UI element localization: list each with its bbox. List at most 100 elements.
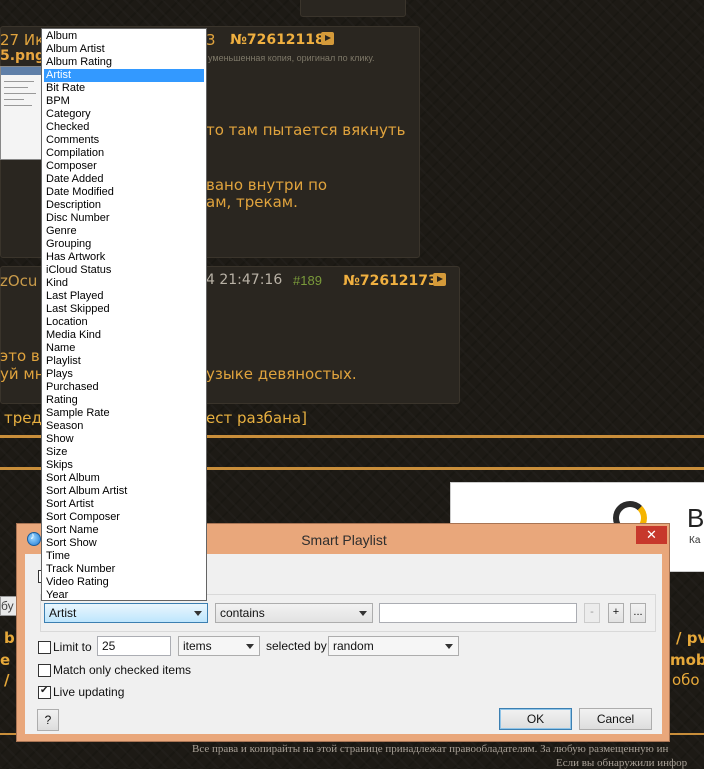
dropdown-option[interactable]: Sort Composer [44, 511, 204, 524]
help-button[interactable]: ? [37, 709, 59, 731]
post-2-number[interactable]: №72612173 [343, 273, 438, 289]
post-2-time: 4 21:47:16 [206, 272, 283, 288]
dropdown-option[interactable]: Kind [44, 277, 204, 290]
nav-mobi[interactable]: mobi [670, 651, 704, 669]
post-1-play-icon[interactable] [321, 32, 334, 45]
footer-copyright: Все права и копирайты на этой странице п… [192, 743, 669, 755]
ad-letter: B [687, 503, 704, 533]
rule-field-select[interactable]: Artist [44, 603, 208, 623]
dropdown-option[interactable]: Last Played [44, 290, 204, 303]
dropdown-option[interactable]: Has Artwork [44, 251, 204, 264]
dropdown-option[interactable]: Purchased [44, 381, 204, 394]
thread-link-left[interactable]: тред [4, 409, 42, 427]
chevron-down-icon [445, 644, 453, 649]
cancel-button[interactable]: Cancel [579, 708, 652, 730]
dropdown-option[interactable]: Album Artist [44, 43, 204, 56]
dropdown-option[interactable]: Category [44, 108, 204, 121]
limit-unit-select[interactable]: items [178, 636, 260, 656]
ad-sub: Ка [689, 535, 701, 546]
field-dropdown-list[interactable]: Album Album Artist Album Rating Artist Bit R… [41, 28, 207, 601]
chevron-down-icon [194, 611, 202, 616]
dropdown-option[interactable]: Comments [44, 134, 204, 147]
limit-value-input[interactable]: 25 [97, 636, 171, 656]
post-2-name: zOcu [0, 272, 38, 290]
dropdown-option[interactable]: Compilation [44, 147, 204, 160]
dropdown-option[interactable]: Last Skipped [44, 303, 204, 316]
post-2-reply-count[interactable]: #189 [293, 273, 322, 288]
remove-rule-button[interactable]: - [584, 603, 600, 623]
post-1-line-2: вано внутри по [206, 176, 328, 194]
limit-label: Limit to [53, 640, 92, 654]
limit-value-text: 25 [102, 639, 116, 653]
ok-button[interactable]: OK [499, 708, 572, 730]
selected-by-value: random [333, 639, 374, 653]
live-updating-checkbox[interactable] [38, 685, 51, 699]
dropdown-option[interactable]: Bit Rate [44, 82, 204, 95]
dropdown-option[interactable]: Season [44, 420, 204, 433]
post-1-filename[interactable]: 5.png [0, 48, 45, 64]
dropdown-option[interactable]: Artist [44, 69, 204, 82]
post-1-number[interactable]: №72612118 [230, 32, 325, 48]
dropdown-option[interactable]: Skips [44, 459, 204, 472]
chevron-down-icon [359, 611, 367, 616]
dropdown-option[interactable]: Show [44, 433, 204, 446]
dropdown-option[interactable]: Sort Name [44, 524, 204, 537]
dropdown-option[interactable]: Sample Rate [44, 407, 204, 420]
limit-unit-value: items [183, 639, 212, 653]
add-rule-button[interactable]: + [608, 603, 624, 623]
dropdown-option[interactable]: Album Rating [44, 56, 204, 69]
dropdown-option[interactable]: Name [44, 342, 204, 355]
dropdown-option[interactable]: Plays [44, 368, 204, 381]
dropdown-option[interactable]: Checked [44, 121, 204, 134]
dropdown-option[interactable]: Album [44, 30, 204, 43]
post-1-thumbnail[interactable] [0, 66, 44, 160]
dropdown-option[interactable]: Media Kind [44, 329, 204, 342]
nested-rule-button[interactable]: ... [630, 603, 646, 623]
dropdown-option[interactable]: BPM [44, 95, 204, 108]
chevron-down-icon [246, 644, 254, 649]
dropdown-option[interactable]: Track Number [44, 563, 204, 576]
forum-post-top-fragment [300, 0, 406, 17]
rule-value-input[interactable] [379, 603, 577, 623]
dropdown-option[interactable]: Location [44, 316, 204, 329]
dropdown-option[interactable]: Disc Number [44, 212, 204, 225]
selected-by-label: selected by [266, 639, 327, 653]
post-2-play-icon[interactable] [433, 273, 446, 286]
nav-e[interactable]: e [0, 651, 10, 669]
dropdown-option[interactable]: Playlist [44, 355, 204, 368]
dropdown-option[interactable]: Time [44, 550, 204, 563]
dropdown-option[interactable]: iCloud Status [44, 264, 204, 277]
limit-checkbox[interactable] [38, 641, 51, 654]
dropdown-option[interactable]: Sort Show [44, 537, 204, 550]
selected-by-select[interactable]: random [328, 636, 459, 656]
bg-search-text: бу [1, 599, 14, 613]
dropdown-option[interactable]: Genre [44, 225, 204, 238]
dropdown-option[interactable]: Rating [44, 394, 204, 407]
match-checked-checkbox[interactable] [38, 664, 51, 677]
post-1-line-1: то там пытается вякнуть [206, 121, 406, 139]
rule-operator-select[interactable]: contains [215, 603, 373, 623]
nav-obo[interactable]: обо [672, 671, 700, 689]
rule-field-value: Artist [49, 606, 77, 620]
dropdown-option[interactable]: Date Modified [44, 186, 204, 199]
dropdown-option[interactable]: Date Added [44, 173, 204, 186]
nav-pv[interactable]: / pv [676, 629, 704, 647]
dropdown-option[interactable]: Grouping [44, 238, 204, 251]
live-updating-label: Live updating [53, 685, 125, 699]
rule-operator-value: contains [220, 606, 265, 620]
dropdown-option[interactable]: Sort Artist [44, 498, 204, 511]
dropdown-option[interactable]: Year [44, 589, 204, 602]
post-1-time: 3 [206, 31, 216, 49]
dropdown-option[interactable]: Description [44, 199, 204, 212]
match-checked-label: Match only checked items [53, 663, 192, 677]
dropdown-option[interactable]: Sort Album Artist [44, 485, 204, 498]
close-button[interactable]: ✕ [636, 526, 667, 544]
dropdown-option[interactable]: Composer [44, 160, 204, 173]
dropdown-option[interactable]: Size [44, 446, 204, 459]
thread-link-right[interactable]: ест разбана] [206, 409, 307, 427]
post-1-line-3: ам, трекам. [206, 193, 298, 211]
post-1-date: 27 Ик [0, 31, 45, 49]
dropdown-option[interactable]: Sort Album [44, 472, 204, 485]
post-2-line-2: уй мн [0, 365, 45, 383]
dropdown-option[interactable]: Video Rating [44, 576, 204, 589]
